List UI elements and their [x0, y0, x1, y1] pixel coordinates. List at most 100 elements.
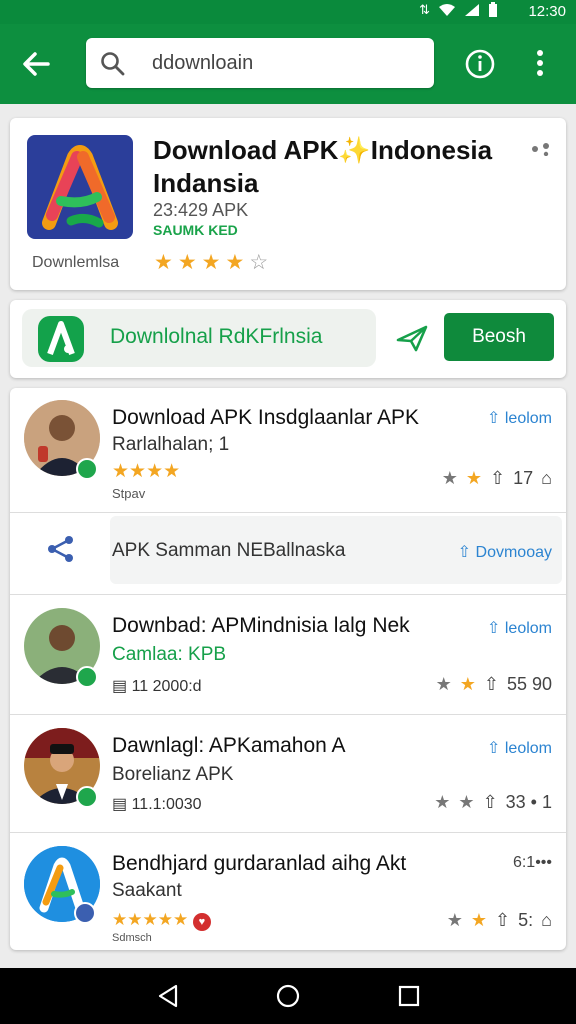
info-icon [465, 49, 495, 79]
star-button[interactable]: ★ [447, 910, 463, 931]
star-filled-button[interactable]: ★ [471, 910, 487, 931]
item-count: 33 • 1 [505, 792, 552, 812]
verified-badge: SAUMK KED [153, 222, 238, 238]
star-button[interactable]: ★ [442, 468, 458, 489]
app-title: Download APK✨Indonesia Indansia [153, 135, 493, 198]
verified-icon [76, 666, 98, 688]
item-meta: Sdmsch [112, 932, 152, 944]
app-rating: ★ ★ ★ ★ ☆ [154, 250, 268, 275]
list-item[interactable]: Dawnlagl: APKamahon A Borelianz APK ▤ 11… [10, 714, 566, 832]
developer-name: Downlemlsa [32, 254, 120, 271]
share-icon [48, 536, 73, 562]
verified-icon [76, 786, 98, 808]
app-logo-icon [27, 135, 133, 239]
dots-icon [532, 143, 549, 157]
search-input[interactable]: ddownloain [86, 38, 434, 88]
primary-action-button[interactable]: Beosh [444, 313, 554, 361]
list-item[interactable]: Bendhjard gurdaranlad aihg Akt Saakant ★… [10, 832, 566, 950]
more-vert-icon [537, 50, 543, 76]
share-action-label: Dovmooay [475, 544, 552, 561]
upvote-icon[interactable]: ⇧ [483, 792, 498, 813]
item-tag-link[interactable]: ⇧ leolom [487, 618, 552, 638]
system-nav-bar [0, 968, 576, 1024]
item-rating-stars: ★★★★ [112, 461, 181, 482]
item-tag-label: leolom [504, 740, 552, 757]
status-bar: ⇅ 12:30 [0, 0, 576, 24]
share-text: APK Samman NEBallnaska [112, 540, 346, 561]
item-title: Downbad: APMindnisia lalg Nek [112, 614, 410, 637]
list-item[interactable]: Downbad: APMindnisia lalg Nek Camlaa: KP… [10, 594, 566, 714]
item-title: Dawnlagl: APKamahon A [112, 734, 346, 757]
home-outline-icon[interactable]: ⌂ [541, 468, 552, 489]
item-meta: ▤ 11.1:0030 [112, 794, 202, 814]
back-button[interactable] [18, 48, 54, 80]
star-filled-button[interactable]: ★ [460, 674, 476, 695]
heart-icon: ♥ [192, 913, 211, 931]
thumbs-up-icon: ⇧ [487, 620, 501, 637]
star-button[interactable]: ★ [434, 792, 450, 813]
battery-icon [489, 2, 497, 17]
item-tag-link[interactable]: ⇧ leolom [487, 408, 552, 428]
arrow-left-icon [23, 52, 50, 76]
app-bar: ddownloain [0, 24, 576, 104]
rating-stars-text: ★★★★★ [112, 910, 189, 929]
send-button[interactable] [396, 324, 428, 357]
upvote-icon[interactable]: ⇧ [484, 674, 499, 695]
upvote-icon[interactable]: ⇧ [495, 910, 510, 931]
item-actions: ★ ★ ⇧ 33 • 1 [434, 792, 552, 813]
overflow-menu-button[interactable] [534, 46, 546, 85]
item-actions: ★ ★ ⇧ 17 ⌂ [442, 468, 552, 489]
star-button[interactable]: ★ [458, 792, 474, 813]
search-query-text: ddownloain [152, 52, 254, 74]
document-icon: ▤ [112, 796, 128, 813]
item-count: 17 [513, 468, 534, 488]
thumbs-up-icon: ⇧ [487, 740, 501, 757]
app-size: 23:429 APK [153, 200, 249, 220]
item-actions: ★ ★ ⇧ 5: ⌂ [447, 910, 552, 931]
rating-star-icon: ★ [201, 251, 221, 274]
app-mini-logo-icon [38, 316, 84, 362]
share-action-link[interactable]: ⇧ Dovmooay [458, 542, 552, 562]
info-button[interactable] [464, 48, 496, 85]
document-icon: ▤ [112, 678, 128, 695]
verified-icon [76, 458, 98, 480]
nav-back-icon[interactable] [156, 984, 180, 1008]
item-subtitle: Rarlalhalan; 1 [112, 434, 230, 455]
play-icon [74, 902, 96, 924]
signal-icon [465, 4, 479, 16]
nav-recents-icon[interactable] [398, 985, 420, 1007]
wifi-icon [439, 4, 455, 16]
rating-star-icon: ★ [154, 251, 173, 274]
item-subtitle: Saakant [112, 880, 182, 901]
download-action-bar: Downlolnal RdKFrlnsia Beosh [10, 300, 566, 378]
item-title: Download APK Insdglaanlar APK [112, 406, 420, 429]
thumbs-up-icon: ⇧ [457, 544, 472, 561]
app-header-card[interactable]: Download APK✨Indonesia Indansia 23:429 A… [10, 118, 566, 290]
results-list: Download APK Insdglaanlar APK Rarlalhala… [10, 388, 566, 950]
status-icons: ⇅ [419, 2, 498, 18]
card-menu-button[interactable] [530, 142, 552, 161]
item-actions: ★ ★ ⇧ 55 90 [436, 674, 552, 695]
nav-home-icon[interactable] [276, 984, 300, 1008]
star-filled-button[interactable]: ★ [466, 468, 482, 489]
item-subtitle: Camlaa: KPB [112, 644, 227, 665]
item-tag-link[interactable]: 6:1••• [513, 854, 552, 872]
item-meta: Stpav [112, 486, 146, 501]
send-icon [396, 325, 428, 352]
thumbs-up-icon: ⇧ [487, 410, 501, 427]
item-meta-text: 11.1:0030 [131, 796, 202, 813]
status-time: 12:30 [528, 3, 566, 20]
item-tag-link[interactable]: ⇧ leolom [487, 738, 552, 758]
star-button[interactable]: ★ [436, 674, 452, 695]
item-title: Bendhjard gurdaranlad aihg Akt [112, 852, 407, 875]
item-tag-label: leolom [504, 620, 552, 637]
item-meta-text: 11 2000:d [131, 678, 202, 695]
list-item[interactable]: Download APK Insdglaanlar APK Rarlalhala… [10, 388, 566, 512]
item-count: 55 90 [506, 674, 552, 694]
bluetooth-icon: ⇅ [419, 2, 430, 17]
rating-star-icon: ★ [225, 251, 245, 274]
rating-star-empty-icon: ☆ [249, 251, 269, 274]
home-outline-icon[interactable]: ⌂ [541, 910, 552, 931]
item-meta: ▤ 11 2000:d [112, 676, 202, 696]
upvote-icon[interactable]: ⇧ [490, 468, 505, 489]
